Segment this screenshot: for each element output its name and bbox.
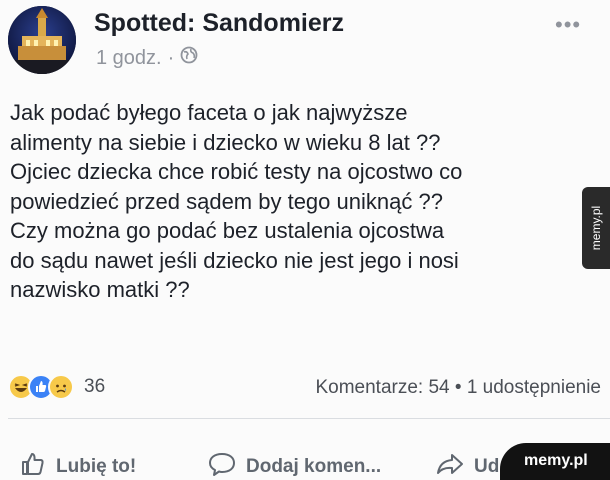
side-watermark-text: memy.pl (589, 205, 603, 251)
post-stats[interactable]: Komentarze: 54 • 1 udostępnienie (315, 377, 601, 399)
post-text-line: alimenty na siebie i dziecko w wieku 8 l… (10, 129, 441, 155)
post-text-line: nazwisko matki ?? (10, 277, 190, 302)
post-time[interactable]: 1 godz. (96, 47, 162, 70)
reaction-count: 36 (84, 376, 106, 397)
reactions-summary[interactable]: 36 (8, 374, 105, 400)
like-label: Lubię to! (56, 456, 137, 477)
share-label: Ud (474, 456, 500, 477)
thumbs-up-icon (20, 451, 46, 480)
corner-watermark: memy.pl (500, 443, 610, 480)
post-text-line: Ojciec dziecka chce robić testy na ojcos… (10, 159, 463, 184)
corner-watermark-text: memy.pl (524, 452, 588, 469)
post-text: Jak podać byłego faceta o jak najwyższe … (10, 98, 585, 305)
more-options-icon[interactable]: ••• (555, 12, 581, 38)
page-name[interactable]: Spotted: Sandomierz (94, 9, 344, 38)
post-text-line: powiedzieć przed sądem by tego uniknąć ?… (10, 188, 443, 214)
divider (8, 418, 610, 419)
side-watermark: memy.pl (582, 187, 610, 269)
sad-icon (48, 374, 74, 400)
comment-icon (208, 451, 236, 480)
facebook-post: Spotted: Sandomierz 1 godz. · ••• Jak po… (0, 0, 610, 480)
post-text-line: do sądu nawet jeśli dziecko nie jest jeg… (10, 247, 459, 273)
post-text-line: Jak podać byłego faceta o jak najwyższe (10, 100, 408, 125)
post-meta: 1 godz. · (96, 46, 198, 70)
share-icon (436, 451, 464, 480)
globe-icon (180, 46, 198, 70)
share-button[interactable]: Ud (436, 451, 499, 480)
comment-button[interactable]: Dodaj komen... (208, 451, 381, 480)
post-text-line: Czy można go podać bez ustalenia ojcostw… (10, 218, 445, 243)
meta-separator: · (167, 46, 175, 69)
like-button[interactable]: Lubię to! (20, 451, 136, 480)
page-avatar[interactable] (8, 6, 76, 74)
comment-label: Dodaj komen... (246, 456, 382, 477)
